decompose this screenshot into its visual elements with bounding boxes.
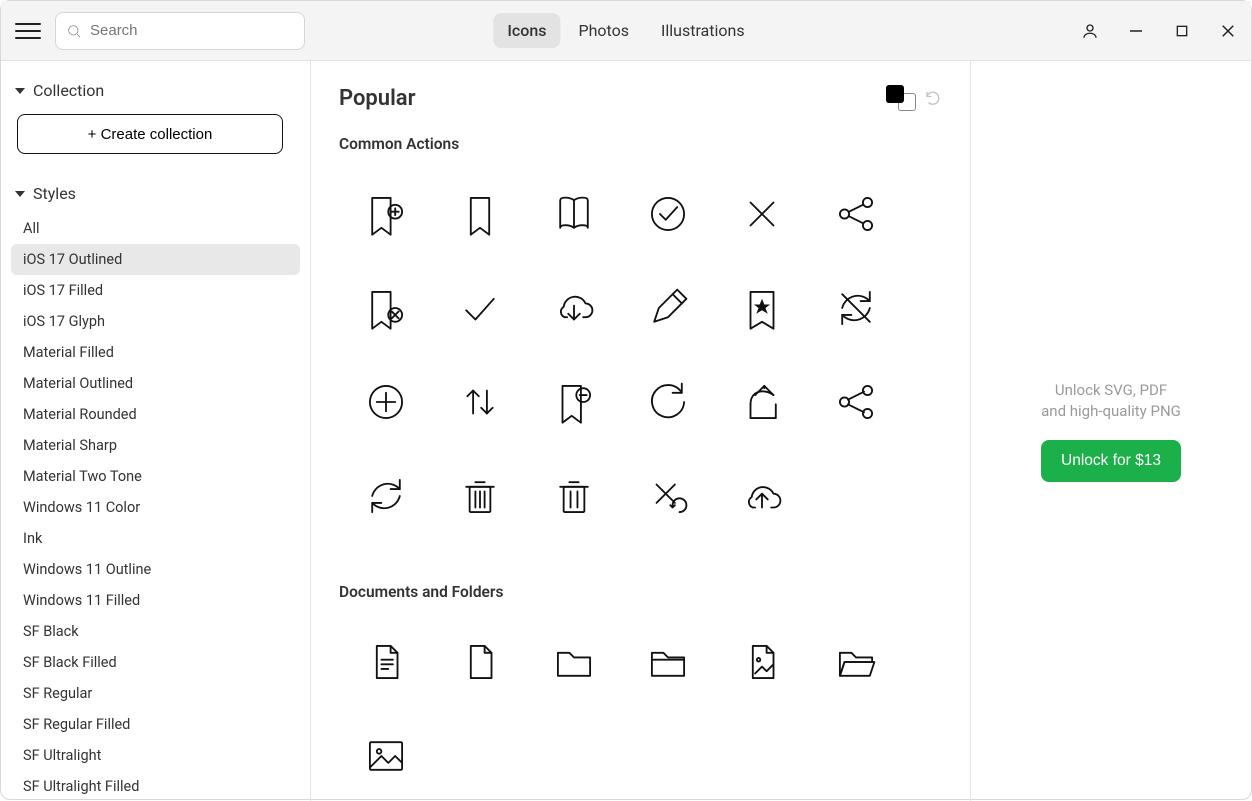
chevron-down-icon (15, 88, 25, 94)
add-circle-icon[interactable] (339, 355, 433, 449)
bookmark-star-icon[interactable] (715, 261, 809, 355)
icon-grid (339, 615, 942, 801)
style-item[interactable]: All (11, 213, 300, 244)
undo-close-icon[interactable] (621, 449, 715, 543)
section-title: Documents and Folders (339, 583, 942, 601)
cloud-upload-icon[interactable] (715, 449, 809, 543)
bookmark-icon[interactable] (433, 167, 527, 261)
promo-line-2: and high-quality PNG (1041, 401, 1181, 422)
unlock-button[interactable]: Unlock for $13 (1041, 440, 1181, 482)
refresh-icon[interactable] (621, 355, 715, 449)
search-input[interactable] (90, 22, 294, 39)
reset-color-icon[interactable] (924, 89, 942, 107)
tab-photos[interactable]: Photos (565, 13, 644, 48)
edit-pencil-icon[interactable] (621, 261, 715, 355)
search-field[interactable] (55, 12, 305, 50)
section-title: Common Actions (339, 135, 942, 153)
tab-icons[interactable]: Icons (493, 13, 560, 48)
promo-text: Unlock SVG, PDF and high-quality PNG (1041, 380, 1181, 422)
sync-off-icon[interactable] (809, 261, 903, 355)
style-item[interactable]: SF Black Filled (11, 647, 300, 678)
collection-header[interactable]: Collection (11, 77, 300, 110)
style-item[interactable]: iOS 17 Outlined (11, 244, 300, 275)
bookmark-add-icon[interactable] (339, 167, 433, 261)
menu-icon[interactable] (15, 18, 41, 44)
book-icon[interactable] (527, 167, 621, 261)
style-item[interactable]: Material Two Tone (11, 461, 300, 492)
styles-header[interactable]: Styles (11, 180, 300, 213)
close-icon[interactable] (715, 167, 809, 261)
style-item[interactable]: Ink (11, 523, 300, 554)
style-item[interactable]: SF Ultralight (11, 740, 300, 771)
style-item[interactable]: Windows 11 Outline (11, 554, 300, 585)
swap-vertical-icon[interactable] (433, 355, 527, 449)
style-item[interactable]: iOS 17 Glyph (11, 306, 300, 337)
icon-grid (339, 167, 942, 543)
style-item[interactable]: Material Rounded (11, 399, 300, 430)
bookmark-remove-icon[interactable] (339, 261, 433, 355)
style-item[interactable]: Windows 11 Color (11, 492, 300, 523)
chevron-down-icon (15, 191, 25, 197)
folder-icon[interactable] (527, 615, 621, 709)
style-item[interactable]: Material Filled (11, 337, 300, 368)
checkmark-circle-icon[interactable] (621, 167, 715, 261)
trash-icon[interactable] (433, 449, 527, 543)
right-panel: Unlock SVG, PDF and high-quality PNG Unl… (971, 61, 1251, 801)
minimize-icon[interactable] (1127, 22, 1145, 40)
style-item[interactable]: Material Sharp (11, 430, 300, 461)
collection-label: Collection (33, 81, 104, 100)
trash-alt-icon[interactable] (527, 449, 621, 543)
share-arrow-icon[interactable] (715, 355, 809, 449)
image-file-icon[interactable] (715, 615, 809, 709)
sync-icon[interactable] (339, 449, 433, 543)
account-icon[interactable] (1081, 22, 1099, 40)
style-item[interactable]: Windows 11 Filled (11, 585, 300, 616)
close-icon[interactable] (1219, 22, 1237, 40)
bookmark-minus-icon[interactable] (527, 355, 621, 449)
maximize-icon[interactable] (1173, 22, 1191, 40)
style-item[interactable]: SF Regular Filled (11, 709, 300, 740)
color-controls (886, 85, 942, 111)
document-text-icon[interactable] (339, 615, 433, 709)
page-title: Popular (339, 86, 416, 111)
style-item[interactable]: SF Black (11, 616, 300, 647)
image-icon[interactable] (339, 709, 433, 801)
main-content: Popular Common Actions Documents and Fold… (311, 61, 971, 801)
share-nodes-icon[interactable] (809, 167, 903, 261)
nav-tabs: Icons Photos Illustrations (493, 13, 758, 48)
styles-label: Styles (33, 184, 76, 203)
sidebar: Collection + Create collection Styles Al… (1, 61, 311, 801)
color-swap-icon[interactable] (886, 85, 916, 111)
checkmark-icon[interactable] (433, 261, 527, 355)
style-item[interactable]: Material Outlined (11, 368, 300, 399)
folder-alt-icon[interactable] (621, 615, 715, 709)
document-icon[interactable] (433, 615, 527, 709)
style-item[interactable]: SF Regular (11, 678, 300, 709)
create-collection-button[interactable]: + Create collection (17, 114, 283, 154)
window-controls (1081, 22, 1237, 40)
topbar: Icons Photos Illustrations (1, 1, 1251, 61)
search-icon (66, 23, 82, 39)
promo-line-1: Unlock SVG, PDF (1041, 380, 1181, 401)
style-item[interactable]: SF Ultralight Filled (11, 771, 300, 801)
share-nodes-alt-icon[interactable] (809, 355, 903, 449)
cloud-download-icon[interactable] (527, 261, 621, 355)
tab-illustrations[interactable]: Illustrations (647, 13, 759, 48)
style-item[interactable]: iOS 17 Filled (11, 275, 300, 306)
folder-open-icon[interactable] (809, 615, 903, 709)
styles-list: AlliOS 17 OutlinediOS 17 FillediOS 17 Gl… (11, 213, 300, 801)
